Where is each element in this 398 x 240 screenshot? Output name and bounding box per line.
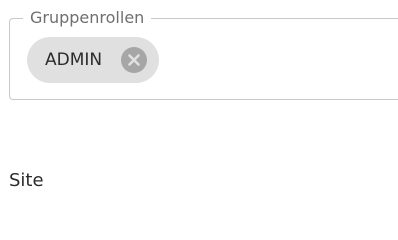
site-label: Site [9, 170, 44, 191]
role-chip-label: ADMIN [45, 50, 103, 70]
group-roles-legend: Gruppenrollen [23, 8, 152, 28]
close-circle-icon[interactable] [121, 47, 147, 73]
role-chip-admin: ADMIN [27, 37, 159, 83]
